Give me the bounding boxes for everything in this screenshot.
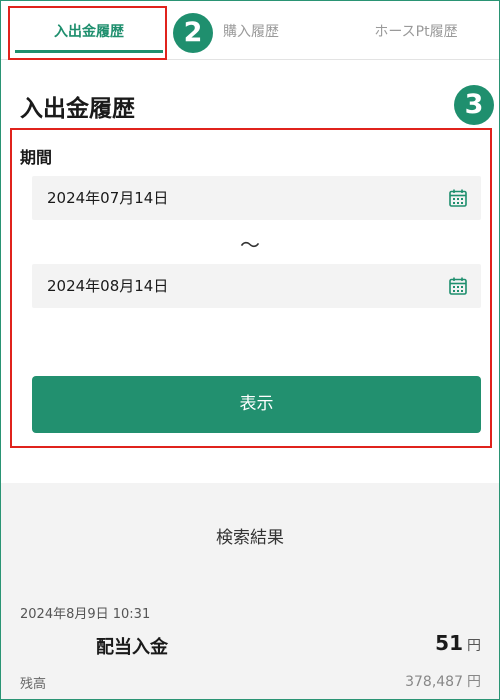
transaction-type: 配当入金	[96, 637, 168, 658]
highlight-box-tab	[8, 6, 167, 60]
calendar-icon[interactable]	[448, 188, 468, 208]
end-date-value: 2024年08月14日	[47, 277, 169, 295]
show-button[interactable]: 表示	[32, 376, 481, 433]
balance-amount: 378,487	[405, 674, 463, 690]
step-badge-3: 3	[454, 85, 494, 125]
amount-unit: 円	[467, 638, 481, 654]
period-label: 期間	[20, 148, 53, 167]
results-title: 検索結果	[216, 528, 284, 548]
calendar-icon[interactable]	[448, 276, 468, 296]
screen: 入出金履歴 購入履歴 ホースPt履歴 2 入出金履歴 3 期間 2024年07月…	[0, 0, 500, 700]
step-badge-2: 2	[173, 13, 213, 53]
balance-value: 378,487 円	[405, 671, 481, 691]
start-date-value: 2024年07月14日	[47, 189, 169, 207]
balance-unit: 円	[467, 674, 481, 690]
results-section: 検索結果 2024年8月9日 10:31 配当入金 51 円 残高 378,487…	[1, 483, 499, 699]
transaction-datetime: 2024年8月9日 10:31	[20, 607, 151, 622]
date-range-separator: ～	[240, 233, 260, 257]
amount-value: 51	[435, 631, 463, 655]
transaction-amount: 51 円	[435, 631, 481, 655]
tab-horse-points-history[interactable]: ホースPt履歴	[346, 1, 486, 59]
page-title: 入出金履歴	[20, 96, 135, 122]
end-date-field[interactable]: 2024年08月14日	[32, 264, 481, 308]
start-date-field[interactable]: 2024年07月14日	[32, 176, 481, 220]
balance-label: 残高	[20, 677, 47, 692]
